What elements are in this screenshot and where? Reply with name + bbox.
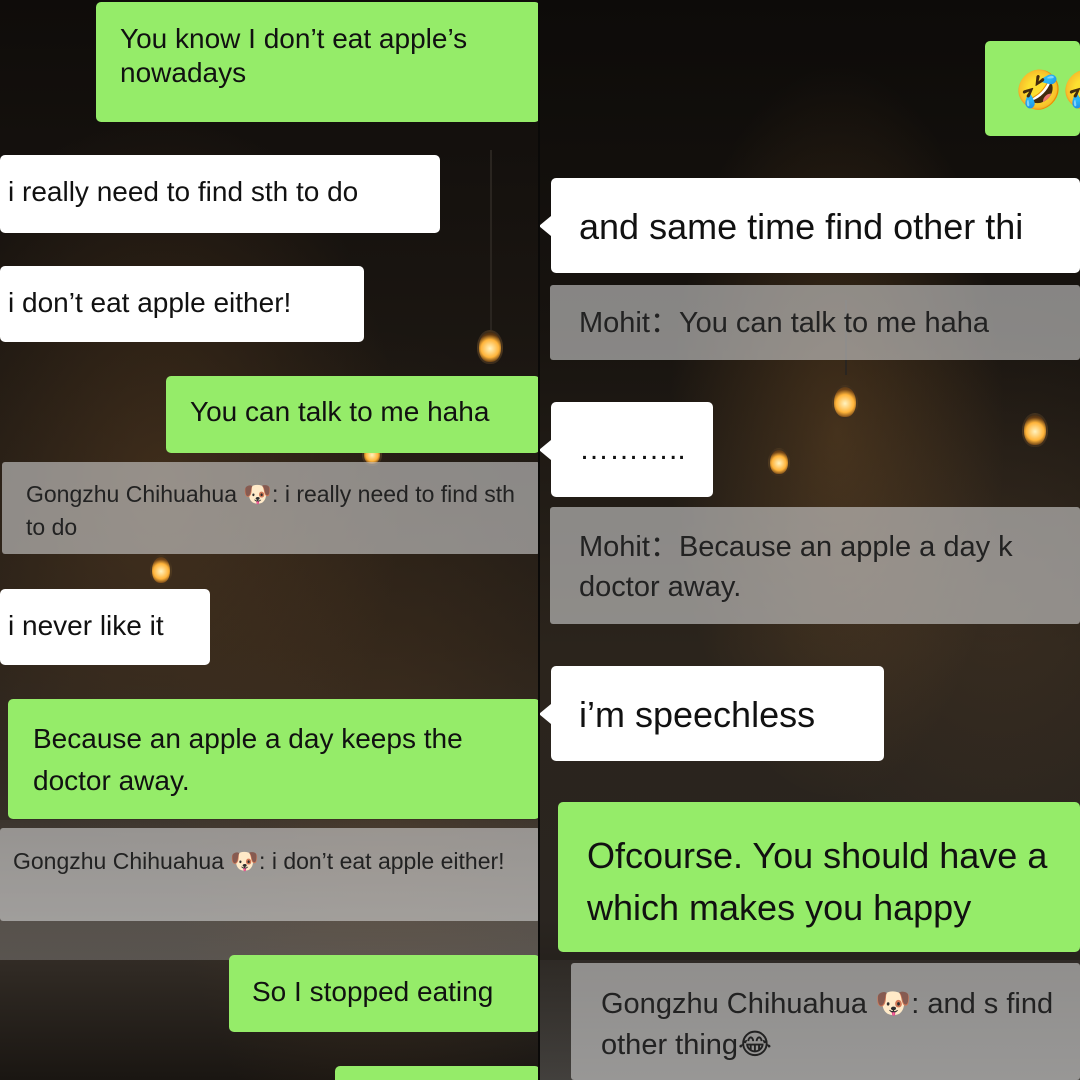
pendant-lamp-icon xyxy=(477,330,503,364)
message-text: i really need to find sth to do xyxy=(8,176,359,207)
quote-sender: Gongzhu Chihuahua xyxy=(601,988,868,1020)
message-bubble-sent[interactable]: You know I don’t eat apple’s nowadays xyxy=(96,2,540,122)
message-text: Because an apple a day keeps the doctor … xyxy=(33,723,463,796)
quoted-reply[interactable]: Mohit：You can talk to me haha xyxy=(550,285,1080,360)
chat-screenshot-left: You know I don’t eat apple’s nowadays i … xyxy=(0,0,540,1080)
laughing-emoji-icon: 🤣🤣 xyxy=(1015,68,1080,112)
quote-sender: Mohit xyxy=(579,307,650,339)
message-bubble-sent[interactable]: Because an apple a day keeps the doctor … xyxy=(8,699,540,819)
joy-emoji-icon: 😂 xyxy=(738,1027,772,1062)
message-bubble-sent[interactable]: Ofcourse. You should have a which makes … xyxy=(558,802,1080,952)
quote-sender: Gongzhu Chihuahua xyxy=(13,848,224,874)
message-text: Ofcourse. You should have a which makes … xyxy=(587,835,1048,929)
message-text: i never like it xyxy=(8,610,164,641)
quote-separator: : xyxy=(259,848,272,874)
pendant-lamp-icon xyxy=(768,448,790,476)
message-text: You know I don’t eat apple’s nowadays xyxy=(120,23,468,89)
quote-separator: : xyxy=(911,988,928,1020)
quote-sender: Mohit xyxy=(579,531,650,563)
pendant-cord xyxy=(490,150,492,330)
message-bubble-received[interactable]: i’m speechless xyxy=(540,666,884,761)
pendant-lamp-icon xyxy=(832,385,858,419)
quote-text: You can talk to me haha xyxy=(678,307,990,339)
message-bubble-received[interactable]: i really need to find sth to do xyxy=(0,155,440,233)
message-bubble-sent-partial[interactable] xyxy=(335,1066,540,1080)
message-bubble-received[interactable]: and same time find other thi xyxy=(540,178,1080,273)
message-text: i don’t eat apple either! xyxy=(8,287,292,318)
quote-separator: : xyxy=(272,481,285,507)
puppy-emoji-icon: 🐶 xyxy=(243,482,273,508)
message-bubble-sent[interactable]: So I stopped eating xyxy=(229,955,540,1032)
quoted-reply[interactable]: Gongzhu Chihuahua 🐶: i don’t eat apple e… xyxy=(0,828,540,921)
quoted-reply[interactable]: Mohit：Because an apple a day k doctor aw… xyxy=(550,507,1080,624)
message-bubble-received[interactable]: i never like it xyxy=(0,589,210,665)
quoted-reply[interactable]: Gongzhu Chihuahua 🐶: and s find other th… xyxy=(571,963,1080,1080)
quote-separator: ： xyxy=(649,531,679,563)
quote-text: i don’t eat apple either! xyxy=(271,848,505,874)
puppy-emoji-icon: 🐶 xyxy=(230,849,260,875)
quoted-reply[interactable]: Gongzhu Chihuahua 🐶: i really need to fi… xyxy=(2,462,540,554)
quote-sender: Gongzhu Chihuahua xyxy=(26,481,237,507)
message-text: i’m speechless xyxy=(579,694,816,735)
puppy-emoji-icon: 🐶 xyxy=(875,986,912,1020)
message-bubble-received[interactable]: i don’t eat apple either! xyxy=(0,266,364,342)
message-bubble-received[interactable]: ……….. xyxy=(540,402,713,497)
pendant-lamp-icon xyxy=(1022,413,1048,447)
message-text: You can talk to me haha xyxy=(190,396,490,427)
pendant-lamp-icon xyxy=(150,555,172,585)
message-bubble-sent[interactable]: 🤣🤣 xyxy=(985,41,1080,136)
quote-separator: ： xyxy=(649,307,679,339)
chat-screenshot-right: 🤣🤣 and same time find other thi Mohit：Yo… xyxy=(540,0,1080,1080)
message-bubble-sent[interactable]: You can talk to me haha xyxy=(166,376,540,453)
message-text: So I stopped eating xyxy=(252,976,494,1007)
message-text: ……….. xyxy=(579,433,686,466)
message-text: and same time find other thi xyxy=(579,206,1024,247)
